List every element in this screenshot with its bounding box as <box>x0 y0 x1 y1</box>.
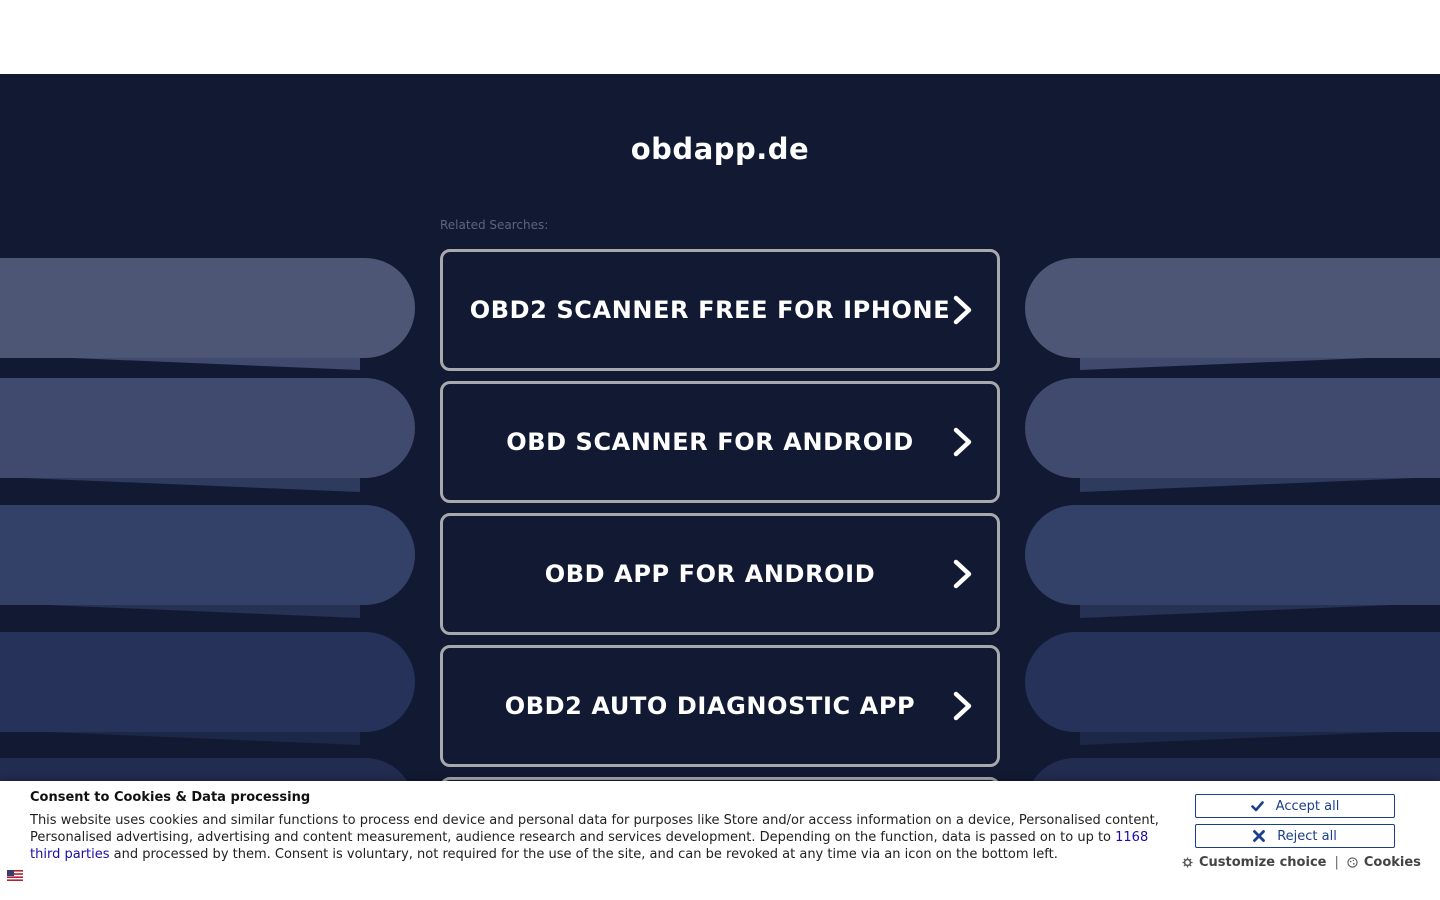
chevron-right-icon <box>953 295 972 325</box>
top-blank-bar <box>0 0 1440 74</box>
customize-choice-link[interactable]: Customize choice <box>1182 855 1326 870</box>
search-link-obd-app-android[interactable]: OBD APP FOR ANDROID <box>440 513 1000 635</box>
gear-icon <box>1182 857 1193 868</box>
search-link-obd2-scanner-iphone[interactable]: OBD2 SCANNER FREE FOR IPHONE <box>440 249 1000 371</box>
bg-shape <box>1025 632 1440 732</box>
chevron-right-icon <box>953 427 972 457</box>
cookie-description: This website uses cookies and similar fu… <box>30 812 1165 863</box>
cookie-consent-banner: Consent to Cookies & Data processing Thi… <box>0 781 1440 900</box>
bg-shape <box>0 505 415 605</box>
chevron-right-icon <box>953 559 972 589</box>
accept-all-button[interactable]: Accept all <box>1195 794 1395 818</box>
bg-shape <box>1025 505 1440 605</box>
cookie-icon <box>1347 857 1358 868</box>
reject-all-button[interactable]: Reject all <box>1195 824 1395 848</box>
reject-all-label: Reject all <box>1277 828 1337 844</box>
parked-domain-page: obdapp.de Related Searches: OBD2 SCANNER… <box>0 74 1440 900</box>
cookie-title: Consent to Cookies & Data processing <box>30 790 311 805</box>
search-link-label: OBD2 SCANNER FREE FOR IPHONE <box>469 296 951 324</box>
accept-all-label: Accept all <box>1275 798 1340 814</box>
checkmark-icon <box>1250 800 1264 811</box>
cookie-secondary-links: Customize choice | Cookies <box>1182 855 1421 870</box>
search-link-obd-scanner-android[interactable]: OBD SCANNER FOR ANDROID <box>440 381 1000 503</box>
cookie-text-before: This website uses cookies and similar fu… <box>30 813 1159 845</box>
search-link-label: OBD2 AUTO DIAGNOSTIC APP <box>504 692 916 720</box>
search-link-obd2-auto-diagnostic[interactable]: OBD2 AUTO DIAGNOSTIC APP <box>440 645 1000 767</box>
bg-shape <box>1025 258 1440 358</box>
customize-choice-label: Customize choice <box>1199 855 1327 870</box>
bg-shape <box>0 632 415 732</box>
bg-shape <box>0 378 415 478</box>
site-title: obdapp.de <box>630 132 810 166</box>
cookie-text-after: and processed by them. Consent is volunt… <box>109 847 1058 862</box>
cookies-link[interactable]: Cookies <box>1347 855 1421 870</box>
bg-shape <box>0 258 415 358</box>
search-link-label: OBD SCANNER FOR ANDROID <box>506 428 914 456</box>
chevron-right-icon <box>953 691 972 721</box>
cookies-label: Cookies <box>1363 855 1421 870</box>
uk-flag-icon[interactable] <box>7 870 23 881</box>
related-searches-label: Related Searches: <box>440 218 549 232</box>
close-icon <box>1253 830 1266 842</box>
search-link-label: OBD APP FOR ANDROID <box>544 560 876 588</box>
bg-shape <box>1025 378 1440 478</box>
link-separator: | <box>1334 855 1339 870</box>
